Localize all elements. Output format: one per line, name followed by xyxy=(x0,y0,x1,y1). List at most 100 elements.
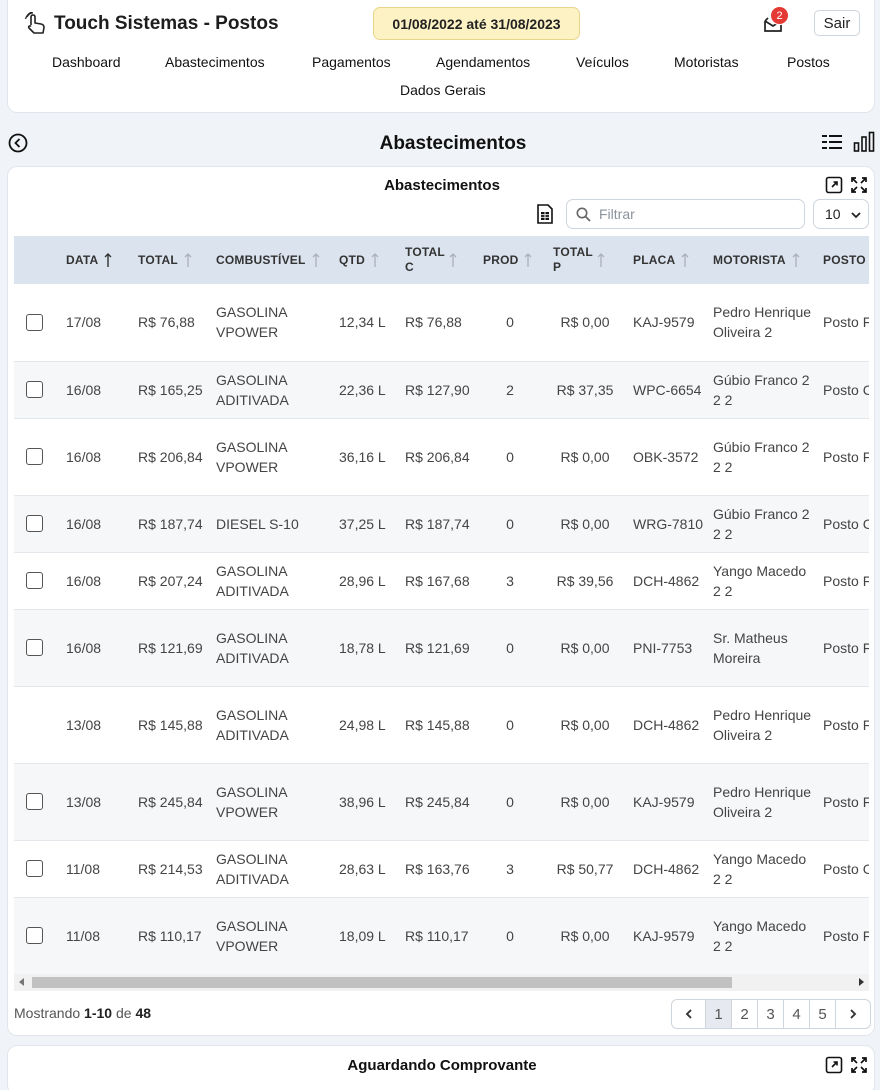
table-row[interactable]: 16/08 R$ 187,74 DIESEL S-10 37,25 L R$ 187,7… xyxy=(14,495,869,553)
period-selector[interactable]: 01/08/2022 até 31/08/2023 xyxy=(373,7,580,40)
col-header-posto[interactable]: POSTO xyxy=(815,236,869,284)
nav-dashboard[interactable]: Dashboard xyxy=(52,54,121,70)
nav-motoristas[interactable]: Motoristas xyxy=(674,54,739,70)
sort-arrow-icon xyxy=(792,252,800,267)
row-date: 17/08 xyxy=(58,284,130,362)
table-row[interactable]: 13/08 R$ 145,88 GASOLINA ADITIVADA 24,98 LR… xyxy=(14,686,869,764)
row-total: R$ 110,17 xyxy=(130,897,208,974)
table-row[interactable]: 16/08 R$ 207,24 GASOLINA ADITIVADA 28,96 LR… xyxy=(14,552,869,610)
sort-arrow-icon xyxy=(681,252,689,267)
row-checkbox[interactable] xyxy=(26,639,43,656)
expand-icon[interactable] xyxy=(850,176,868,194)
table-row[interactable]: 16/08 R$ 165,25 GASOLINA ADITIVADA 22,36 LR… xyxy=(14,361,869,419)
row-station: Posto C xyxy=(815,495,869,553)
horizontal-scrollbar[interactable] xyxy=(14,974,869,991)
list-view-icon[interactable] xyxy=(822,133,842,151)
row-checkbox[interactable] xyxy=(26,793,43,810)
row-total-p: R$ 39,56 xyxy=(545,552,625,610)
page-4-button[interactable]: 4 xyxy=(784,1000,810,1028)
col-header-combustivel[interactable]: COMBUSTÍVEL xyxy=(208,236,331,284)
col-header-motorista[interactable]: MOTORISTA xyxy=(705,236,815,284)
row-total-c: R$ 167,68 xyxy=(397,552,475,610)
nav-postos[interactable]: Postos xyxy=(787,54,830,70)
table-scroll-area[interactable]: DATA TOTAL COMBUSTÍVEL QTD TOTAL C PROD … xyxy=(14,236,869,974)
row-plate: DCH-4862 xyxy=(625,686,705,764)
row-station: Posto Fernan xyxy=(815,284,869,362)
open-external-icon[interactable] xyxy=(825,1056,843,1074)
table-row[interactable]: 16/08 R$ 206,84 GASOLINA VPOWER 36,16 L R$ 2… xyxy=(14,418,869,496)
col-header-prod[interactable]: PROD xyxy=(475,236,545,284)
bar-chart-icon[interactable] xyxy=(853,131,875,153)
row-prod: 0 xyxy=(475,495,545,553)
sort-arrow-icon xyxy=(449,252,457,267)
row-checkbox[interactable] xyxy=(26,448,43,465)
table-row[interactable]: 16/08 R$ 121,69 GASOLINA ADITIVADA 18,78 LR… xyxy=(14,609,869,687)
row-date: 13/08 xyxy=(58,686,130,764)
row-prod: 0 xyxy=(475,763,545,841)
row-station: Posto Fernan Joinvill xyxy=(815,897,869,974)
notification-badge: 2 xyxy=(770,6,789,25)
row-station: Posto Fernan xyxy=(815,686,869,764)
row-station: Posto C xyxy=(815,840,869,898)
sort-arrow-icon xyxy=(104,252,112,267)
col-header-qtd[interactable]: QTD xyxy=(331,236,397,284)
next-page-button[interactable] xyxy=(836,1000,870,1028)
row-checkbox[interactable] xyxy=(26,927,43,944)
nav-dados-gerais[interactable]: Dados Gerais xyxy=(400,82,486,98)
nav-pagamentos[interactable]: Pagamentos xyxy=(312,54,391,70)
row-checkbox[interactable] xyxy=(26,860,43,877)
page-1-button[interactable]: 1 xyxy=(706,1000,732,1028)
row-driver: Yango Macedo 2 2 xyxy=(705,897,815,974)
page-3-button[interactable]: 3 xyxy=(758,1000,784,1028)
row-quantity: 28,63 L xyxy=(331,840,397,898)
row-total-p: R$ 50,77 xyxy=(545,840,625,898)
abastecimentos-table: DATA TOTAL COMBUSTÍVEL QTD TOTAL C PROD … xyxy=(14,236,869,974)
scroll-right-icon[interactable] xyxy=(859,978,864,986)
logout-button[interactable]: Sair xyxy=(814,10,860,36)
select-column-header xyxy=(14,236,58,284)
row-station: Posto Fernan Joinvill xyxy=(815,609,869,687)
row-total: R$ 187,74 xyxy=(130,495,208,553)
page-size-select[interactable]: 10 xyxy=(813,199,869,229)
row-driver: Pedro Henrique Oliveira 2 xyxy=(705,763,815,841)
open-external-icon[interactable] xyxy=(825,176,843,194)
row-date: 11/08 xyxy=(58,840,130,898)
row-fuel: GASOLINA ADITIVADA xyxy=(208,609,331,687)
brand[interactable]: Touch Sistemas - Postos xyxy=(24,12,279,36)
row-quantity: 37,25 L xyxy=(331,495,397,553)
nav-veiculos[interactable]: Veículos xyxy=(576,54,629,70)
filter-input[interactable]: Filtrar xyxy=(566,199,805,229)
page-5-button[interactable]: 5 xyxy=(810,1000,836,1028)
col-header-total-p[interactable]: TOTAL P xyxy=(545,236,625,284)
nav-abastecimentos[interactable]: Abastecimentos xyxy=(165,54,265,70)
nav-agendamentos[interactable]: Agendamentos xyxy=(436,54,530,70)
row-checkbox[interactable] xyxy=(26,381,43,398)
col-header-placa[interactable]: PLACA xyxy=(625,236,705,284)
scrollbar-thumb[interactable] xyxy=(32,977,732,988)
table-row[interactable]: 11/08 R$ 214,53 GASOLINA ADITIVADA 28,63 LR… xyxy=(14,840,869,898)
col-header-total[interactable]: TOTAL xyxy=(130,236,208,284)
row-plate: KAJ-9579 xyxy=(625,284,705,362)
expand-icon[interactable] xyxy=(850,1056,868,1074)
row-total: R$ 145,88 xyxy=(130,686,208,764)
page-size-value: 10 xyxy=(825,206,841,222)
col-header-data[interactable]: DATA xyxy=(58,236,130,284)
table-row[interactable]: 17/08 R$ 76,88 GASOLINA VPOWER 12,34 L R$ 76… xyxy=(14,284,869,362)
row-checkbox[interactable] xyxy=(26,572,43,589)
table-row[interactable]: 11/08 R$ 110,17 GASOLINA VPOWER 18,09 L R$ 1… xyxy=(14,897,869,974)
prev-page-button[interactable] xyxy=(672,1000,706,1028)
row-checkbox[interactable] xyxy=(26,313,43,331)
table-header-row: DATA TOTAL COMBUSTÍVEL QTD TOTAL C PROD … xyxy=(14,236,869,284)
row-total-c: R$ 145,88 xyxy=(397,686,475,764)
row-select-cell xyxy=(14,686,58,764)
col-header-total-c[interactable]: TOTAL C xyxy=(397,236,475,284)
row-plate: DCH-4862 xyxy=(625,552,705,610)
table-row[interactable]: 13/08 R$ 245,84 GASOLINA VPOWER 38,96 L R$ 2… xyxy=(14,763,869,841)
row-checkbox[interactable] xyxy=(26,515,43,532)
row-fuel: DIESEL S-10 xyxy=(208,495,331,553)
scroll-left-icon[interactable] xyxy=(19,978,24,986)
page-2-button[interactable]: 2 xyxy=(732,1000,758,1028)
aguardando-comprovante-card: Aguardando Comprovante xyxy=(7,1045,875,1090)
abastecimentos-card: Abastecimentos Filtrar 10 DATA TOTAL COM… xyxy=(7,166,875,1036)
spreadsheet-export-icon[interactable] xyxy=(536,204,554,224)
